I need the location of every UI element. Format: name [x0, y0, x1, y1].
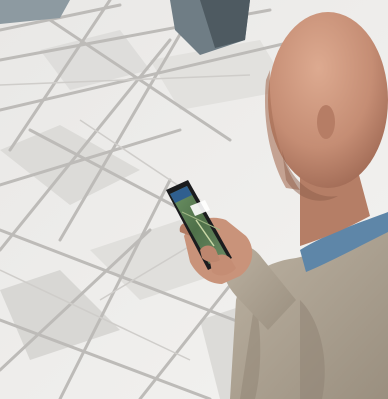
head	[268, 12, 388, 188]
photo-scene	[0, 0, 388, 399]
